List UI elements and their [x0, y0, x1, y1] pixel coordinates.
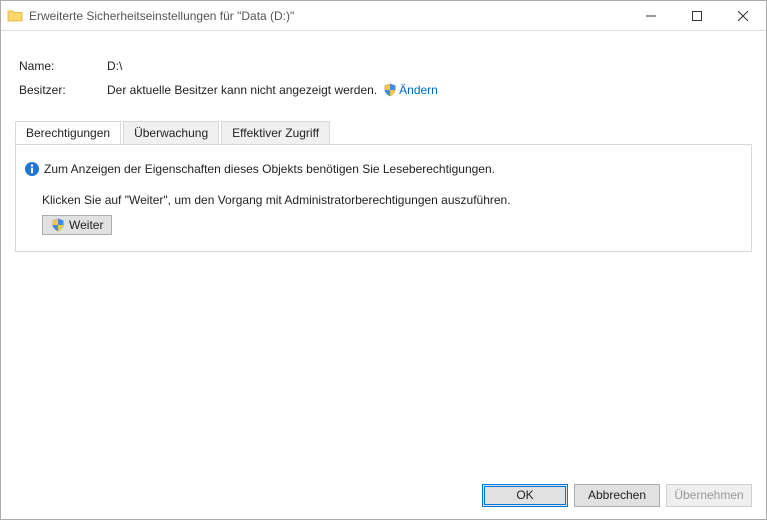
apply-button[interactable]: Übernehmen: [666, 484, 752, 507]
name-value: D:\: [107, 59, 122, 73]
owner-value: Der aktuelle Besitzer kann nicht angezei…: [107, 83, 377, 97]
continue-button[interactable]: Weiter: [42, 215, 112, 235]
tab-permissions[interactable]: Berechtigungen: [15, 121, 121, 144]
window-controls: [628, 1, 766, 31]
owner-label: Besitzer:: [19, 83, 107, 97]
titlebar: Erweiterte Sicherheitseinstellungen für …: [1, 1, 766, 31]
dialog-footer: OK Abbrechen Übernehmen: [1, 471, 766, 519]
name-label: Name:: [19, 59, 107, 73]
folder-icon: [7, 8, 23, 24]
tabs-bar: Berechtigungen Überwachung Effektiver Zu…: [15, 121, 752, 144]
shield-icon: [51, 218, 65, 232]
change-owner-link[interactable]: Ändern: [399, 83, 438, 97]
continue-help-text: Klicken Sie auf "Weiter", um den Vorgang…: [42, 193, 743, 207]
tab-auditing[interactable]: Überwachung: [123, 121, 219, 144]
read-permission-message: Zum Anzeigen der Eigenschaften dieses Ob…: [44, 162, 495, 176]
info-section: Name: D:\ Besitzer: Der aktuelle Besitze…: [15, 45, 752, 121]
tab-content: Zum Anzeigen der Eigenschaften dieses Ob…: [16, 145, 751, 251]
tab-effective[interactable]: Effektiver Zugriff: [221, 121, 330, 144]
maximize-button[interactable]: [674, 1, 720, 31]
cancel-button[interactable]: Abbrechen: [574, 484, 660, 507]
ok-button[interactable]: OK: [482, 484, 568, 507]
minimize-button[interactable]: [628, 1, 674, 31]
window-title: Erweiterte Sicherheitseinstellungen für …: [29, 9, 294, 23]
continue-button-label: Weiter: [69, 218, 103, 232]
close-button[interactable]: [720, 1, 766, 31]
shield-icon: [383, 83, 397, 97]
info-icon: [24, 161, 40, 177]
